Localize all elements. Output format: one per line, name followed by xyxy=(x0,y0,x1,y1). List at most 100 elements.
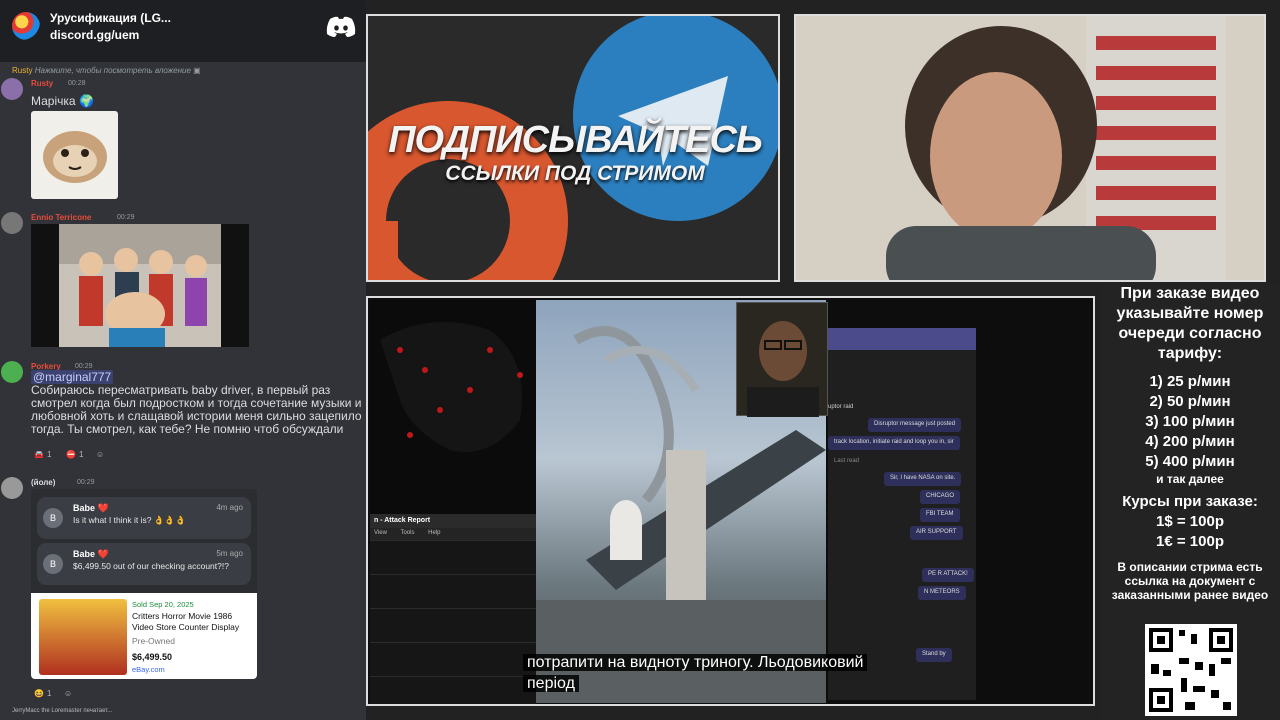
cat-sticker-icon xyxy=(43,131,107,183)
reaction-count: 1 xyxy=(46,688,52,698)
message-text-content: Марічка xyxy=(31,94,76,108)
webcam-feed-icon xyxy=(796,16,1264,280)
video-subtitles: потрапити на видноту триногу. Льодовиков… xyxy=(523,652,943,694)
course-eur: 1€ = 100р xyxy=(1156,533,1224,550)
order-info-panel: При заказе видео указывайте номер очеред… xyxy=(1100,284,1280,720)
user-mention[interactable]: @marginal777 xyxy=(31,370,114,384)
chat-bubble: N METEORS xyxy=(918,586,966,600)
notification-time: 5m ago xyxy=(216,549,243,558)
table-row xyxy=(370,608,536,642)
message-timestamp: 00:28 xyxy=(68,80,86,87)
car-emoji-icon: 🚘 xyxy=(34,449,44,459)
chat-bubble: FBI TEAM xyxy=(920,508,960,522)
attack-report-title: n - Attack Report xyxy=(370,514,536,528)
menu-view[interactable]: View xyxy=(374,530,387,536)
add-reaction-icon[interactable]: ☺ xyxy=(61,686,75,700)
qr-code[interactable] xyxy=(1145,624,1237,716)
notification-bubble: B Babe ❤️ 4m ago Is it what I think it i… xyxy=(37,497,251,539)
description-note: В описании стрима есть ссылка на докумен… xyxy=(1111,560,1269,602)
chat-bubble: PE R ATTACK! xyxy=(922,568,974,582)
notification-text: $6,499.50 out of our checking account?!? xyxy=(73,561,229,571)
subtitle-line-1: потрапити на видноту триногу. Льодовиков… xyxy=(523,654,868,671)
notification-bubble: B Babe ❤️ 5m ago $6,499.50 out of our ch… xyxy=(37,543,251,585)
menu-tools[interactable]: Tools xyxy=(400,530,414,536)
cossacks-gif[interactable] xyxy=(31,224,249,347)
teams-chat-window: uptor raid Disruptor message just posted… xyxy=(828,328,976,700)
listing-title: Critters Horror Movie 1986 Video Store C… xyxy=(132,611,240,632)
reaction-button[interactable]: 😆 1 xyxy=(31,686,54,700)
message-author[interactable]: Rusty xyxy=(31,79,53,88)
tariff-item: 2) 50 р/мин xyxy=(1149,393,1231,410)
attack-report-table xyxy=(370,540,536,704)
avatar[interactable] xyxy=(1,477,23,499)
qr-code-icon xyxy=(1149,628,1233,712)
banner-subtitle: ССЫЛКИ ПОД СТРИМОМ xyxy=(445,162,705,185)
avatar[interactable] xyxy=(1,78,23,100)
message-timestamp: 00:29 xyxy=(117,214,135,221)
grin-emoji-icon: 😆 xyxy=(34,688,44,698)
message-timestamp: 00:29 xyxy=(75,363,93,370)
avatar: B xyxy=(43,554,63,574)
listing-price: $6,499.50 xyxy=(132,652,173,662)
avatar: B xyxy=(43,508,63,528)
course-usd: 1$ = 100р xyxy=(1156,513,1224,530)
chat-bubble: track location, initiate raid and loop y… xyxy=(828,436,960,450)
message-text-content: Собираюсь пересматривать baby driver, в … xyxy=(31,383,362,436)
table-row xyxy=(370,574,536,608)
avatar[interactable] xyxy=(1,361,23,383)
listing-condition: Pre-Owned xyxy=(132,636,175,646)
menu-help[interactable]: Help xyxy=(428,530,440,536)
chat-bubble: AIR SUPPORT xyxy=(910,526,963,540)
world-map-icon xyxy=(370,300,536,514)
subtitle-line-2: період xyxy=(523,675,579,692)
reaction-count: 1 xyxy=(78,449,84,459)
notification-sender: Babe ❤️ xyxy=(73,503,109,513)
tariff-item: 4) 200 р/мин xyxy=(1145,433,1235,450)
message-text: @marginal777 Собираюсь пересматривать ba… xyxy=(31,370,364,436)
streamer-webcam xyxy=(794,14,1266,282)
banner-title: ПОДПИСЫВАЙТЕСЬ xyxy=(388,119,763,161)
tariff-item: 1) 25 р/мин xyxy=(1149,373,1231,390)
discord-chat-overlay: Урусификация (LG... discord.gg/uem Rusty… xyxy=(0,0,366,720)
typing-indicator: JerryMacc the Loremaster печатает... xyxy=(12,708,113,714)
reaction-button[interactable]: ⛔ 1 xyxy=(63,447,86,461)
listing-thumbnail xyxy=(39,599,127,675)
notification-time: 4m ago xyxy=(216,503,243,512)
subscribe-banner: ПОДПИСЫВАЙТЕСЬ ССЫЛКИ ПОД СТРИМОМ xyxy=(366,14,780,282)
chat-bubble: Sir, I have NASA on site. xyxy=(884,472,962,486)
sticker-image[interactable] xyxy=(31,111,118,199)
table-row xyxy=(370,642,536,676)
server-name: Урусификация (LG... xyxy=(50,11,171,25)
chat-bubble: Disruptor message just posted xyxy=(868,418,962,432)
message-author[interactable]: Ennio Terricone xyxy=(31,213,91,222)
no-emoji-icon: ⛔ xyxy=(66,449,76,459)
main-video: n - Attack Report View Tools Help uptor … xyxy=(366,296,1095,706)
sold-date: Sold Sep 20, 2025 xyxy=(132,600,194,609)
tariff-item: 5) 400 р/мин xyxy=(1145,453,1235,470)
server-invite[interactable]: discord.gg/uem xyxy=(50,28,139,42)
reaction-inset-video xyxy=(736,302,828,417)
message-author[interactable]: (йоле) xyxy=(31,478,55,487)
attack-report-menu: View Tools Help xyxy=(370,528,536,540)
chat-bubble: CHICAGO xyxy=(920,490,961,504)
notification-sender: Babe ❤️ xyxy=(73,549,109,559)
table-row xyxy=(370,540,536,574)
reaction-button[interactable]: 🚘 1 xyxy=(31,447,54,461)
stream-layout: Урусификация (LG... discord.gg/uem Rusty… xyxy=(0,0,1280,720)
reply-preview[interactable]: Rusty Нажмите, чтобы посмотреть вложение… xyxy=(12,66,201,75)
teams-header xyxy=(828,328,976,350)
last-read-marker: Last read xyxy=(834,458,860,464)
order-heading: При заказе видео указывайте номер очеред… xyxy=(1116,285,1264,362)
ebay-meme-image[interactable]: B Babe ❤️ 4m ago Is it what I think it i… xyxy=(31,489,257,679)
tariff-etc: и так далее xyxy=(1156,472,1224,486)
message-text: Марічка 🌍 xyxy=(31,95,94,108)
courses-heading: Курсы при заказе: xyxy=(1122,493,1258,510)
globe-emoji-icon: 🌍 xyxy=(78,94,94,108)
server-header: Урусификация (LG... discord.gg/uem xyxy=(0,0,366,62)
image-icon: ▣ xyxy=(193,66,201,75)
ebay-listing: Sold Sep 20, 2025 Critters Horror Movie … xyxy=(31,593,257,679)
cartoon-gif-icon xyxy=(59,224,221,347)
avatar[interactable] xyxy=(1,212,23,234)
person-icon xyxy=(747,321,819,417)
add-reaction-icon[interactable]: ☺ xyxy=(93,447,107,461)
